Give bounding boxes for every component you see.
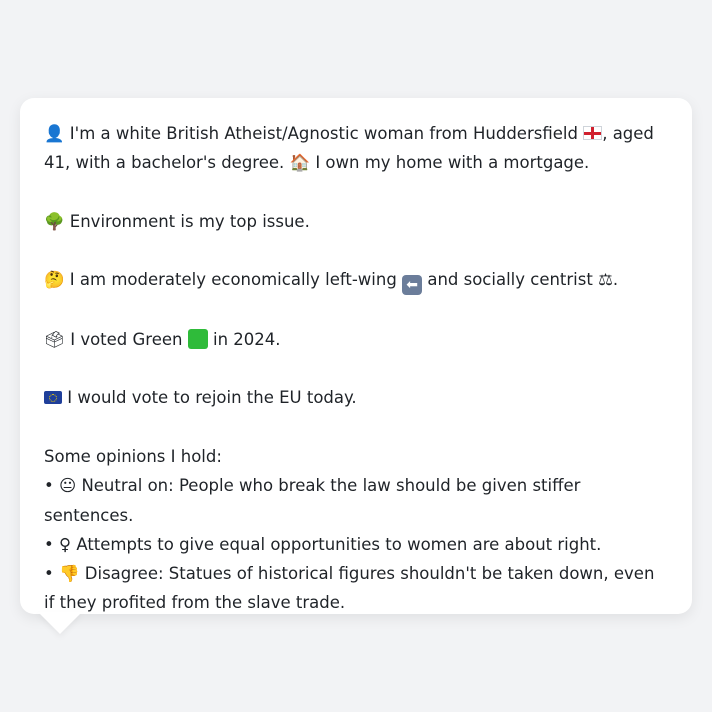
position-period: . [612, 270, 619, 290]
england-flag-icon [583, 126, 603, 140]
eu-line: I would vote to rejoin the EU today. [44, 383, 668, 412]
opinions-heading: Some opinions I hold: [44, 446, 222, 466]
bubble-tail [38, 612, 82, 634]
vote-year-text: in 2024. [212, 329, 281, 349]
ballot-box-icon: 🗳 [44, 329, 65, 349]
opinion-text: Disagree: Statues of historical figures … [44, 564, 655, 613]
opinion-item: • 😐 Neutral on: People who break the law… [44, 471, 668, 530]
home-ownership-text: I own my home with a mortgage. [315, 153, 590, 173]
opinion-text: Neutral on: People who break the law sho… [44, 476, 581, 525]
vote-text: I voted Green [70, 329, 183, 349]
green-square-icon [187, 328, 208, 349]
opinion-text: Attempts to give equal opportunities to … [76, 534, 602, 554]
left-arrow-icon: ⬅ [402, 275, 423, 296]
political-position-line: 🤔 I am moderately economically left-wing… [44, 265, 668, 296]
eu-flag-icon [44, 391, 62, 405]
vote-line: 🗳 I voted Green in 2024. [44, 325, 668, 354]
eu-text: I would vote to rejoin the EU today. [67, 388, 357, 408]
bullet: • [44, 564, 54, 584]
opinion-item: • 👎 Disagree: Statues of historical figu… [44, 559, 668, 618]
identity-text: I'm a white British Atheist/Agnostic wom… [69, 124, 578, 143]
thinking-face-icon: 🤔 [44, 270, 65, 290]
house-icon: 🏠 [289, 153, 311, 173]
bullet: • [44, 476, 54, 496]
economic-position-text: I am moderately economically left-wing [69, 270, 397, 290]
top-issue-line: 🌳 Environment is my top issue. [44, 207, 668, 236]
opinion-item: • ♀ Attempts to give equal opportunities… [44, 530, 668, 559]
female-sign-icon: ♀ [58, 534, 72, 554]
social-position-text: and socially centrist [427, 270, 593, 290]
top-issue-text: Environment is my top issue. [69, 211, 310, 231]
person-icon: 👤 [44, 124, 65, 143]
balance-scale-icon: ⚖ [598, 270, 613, 290]
thumbs-down-icon: 👎 [58, 564, 80, 584]
neutral-face-icon: 😐 [58, 476, 77, 496]
tree-icon: 🌳 [44, 211, 65, 231]
bullet: • [44, 534, 54, 554]
identity-line: 👤 I'm a white British Atheist/Agnostic w… [44, 119, 668, 178]
chat-message-bubble: 👤 I'm a white British Atheist/Agnostic w… [20, 98, 692, 614]
